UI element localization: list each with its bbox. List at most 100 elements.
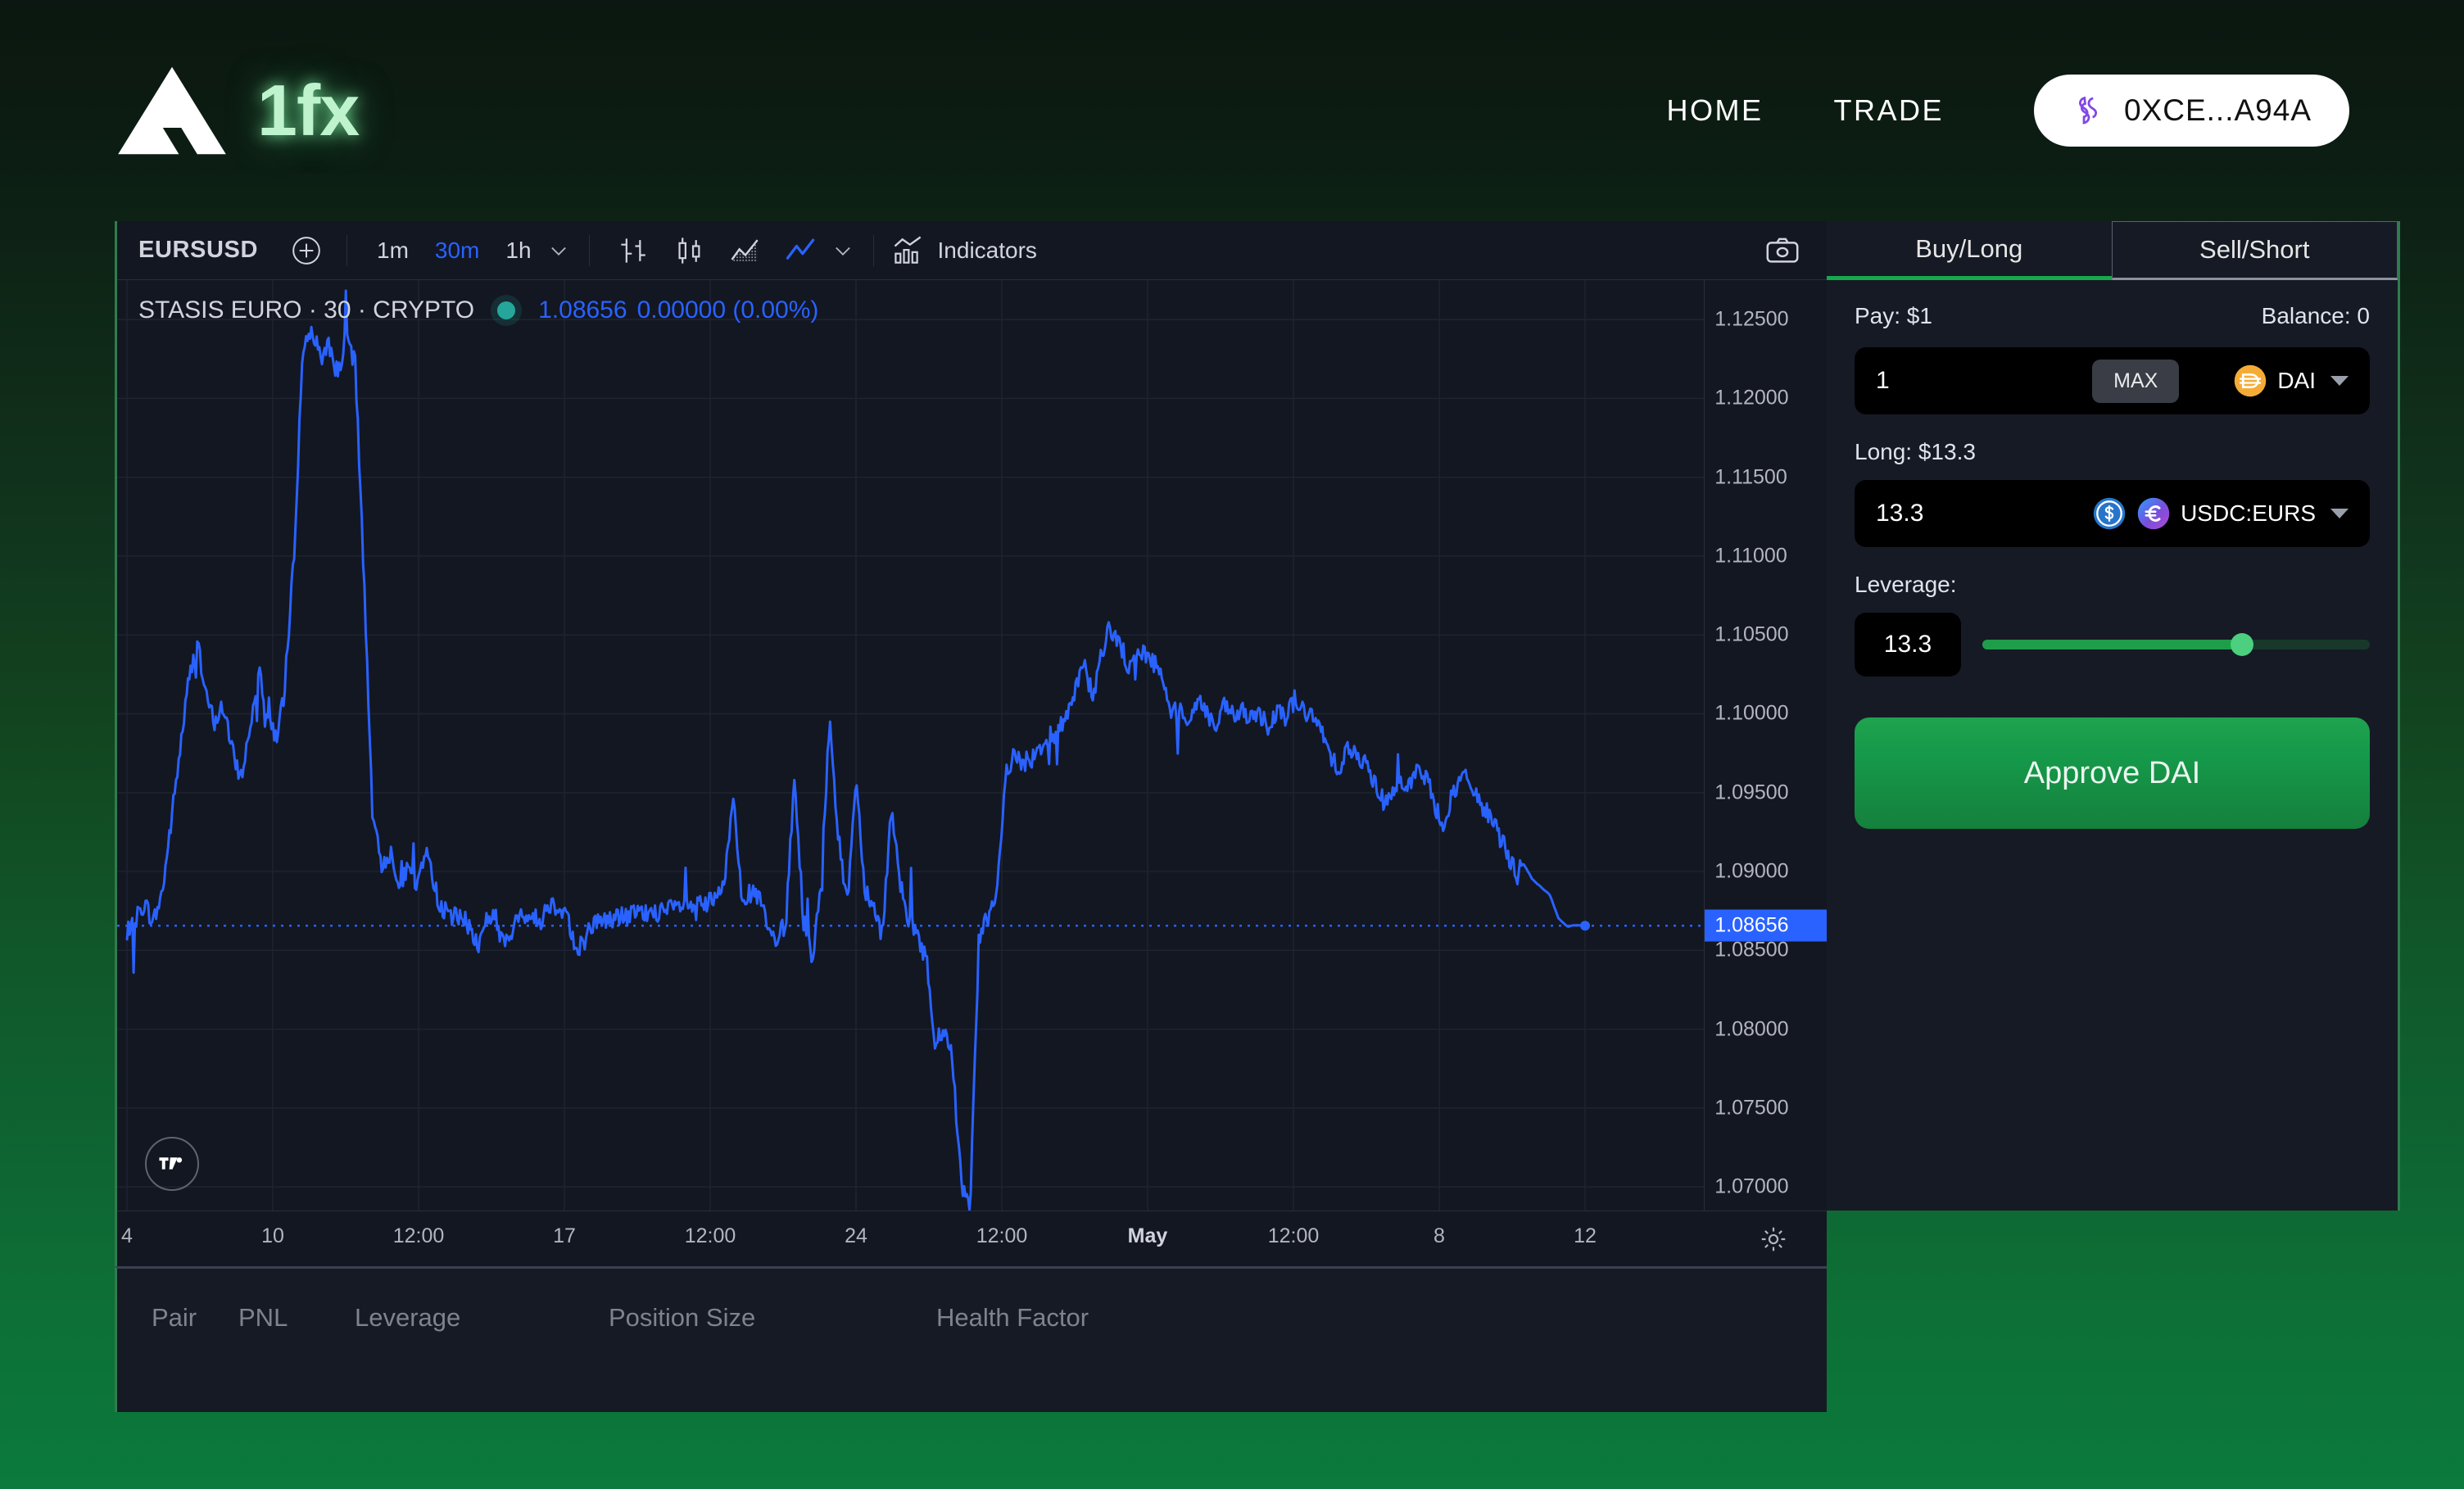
market-pair-label: USDC:EURS <box>2181 500 2316 526</box>
chart-body: STASIS EURO · 30 · CRYPTO 1.08656 0.00000… <box>117 280 1827 1211</box>
time-tick: 8 <box>1434 1224 1445 1247</box>
price-tick: 1.11500 <box>1714 465 1787 489</box>
leverage-slider-thumb[interactable] <box>2230 633 2253 656</box>
tradingview-logo-icon[interactable] <box>145 1137 199 1191</box>
tab-sell-short[interactable]: Sell/Short <box>2111 221 2398 280</box>
time-tick: 10 <box>261 1224 284 1247</box>
price-tick: 1.08500 <box>1714 938 1789 962</box>
plus-circle-icon[interactable] <box>283 227 330 274</box>
positions-column-header: Leverage <box>355 1303 461 1332</box>
toolbar-divider-3 <box>872 234 874 266</box>
time-tick: 12 <box>1574 1224 1597 1247</box>
brand-logo[interactable]: 1fx <box>115 65 360 156</box>
area-chart-icon[interactable] <box>724 229 767 272</box>
price-tick: 1.08000 <box>1714 1017 1789 1041</box>
pay-token-select[interactable]: DAI <box>2233 364 2348 398</box>
leverage-row: 13.3 <box>1855 613 2370 677</box>
positions-table-header: Pair PNL Leverage Position Size Health Facto… <box>117 1303 1827 1352</box>
balance-label: Balance: 0 <box>2261 303 2370 328</box>
indicators-label: Indicators <box>937 237 1037 263</box>
chart-legend: STASIS EURO · 30 · CRYPTO 1.08656 0.00000… <box>138 296 818 324</box>
gear-icon[interactable] <box>1755 1220 1792 1258</box>
caret-down-icon-2[interactable] <box>2330 509 2348 518</box>
time-tick: 17 <box>553 1224 576 1247</box>
nav-home[interactable]: HOME <box>1666 93 1763 128</box>
long-label: Long: $13.3 <box>1855 439 1976 464</box>
toolbar-divider-2 <box>588 234 590 266</box>
price-tick: 1.09000 <box>1714 859 1789 883</box>
tab-buy-long[interactable]: Buy/Long <box>1827 221 2112 280</box>
time-tick: 4 <box>121 1224 133 1247</box>
usdc-coin-icon <box>2093 497 2126 530</box>
pay-amount-input[interactable]: 1 <box>1876 367 1890 395</box>
status-dot-icon <box>497 301 516 319</box>
indicators-button[interactable]: Indicators <box>890 233 1037 269</box>
price-tick: 1.12000 <box>1714 386 1789 410</box>
pay-token-label: DAI <box>2277 368 2316 393</box>
wallet-address-label: 0XCE...A94A <box>2123 93 2312 127</box>
price-tick: 1.10500 <box>1714 622 1789 646</box>
price-axis[interactable]: 1.12500 1.12000 1.11500 1.11000 1.10500 1.100… <box>1704 280 1827 1211</box>
legend-last-price: 1.08656 <box>538 296 627 324</box>
legend-change-pct: (0.00%) <box>732 296 819 324</box>
price-line-chart <box>117 280 1705 1211</box>
time-tick: May <box>1127 1224 1168 1247</box>
time-tick: 12:00 <box>976 1224 1028 1247</box>
price-tick: 1.09500 <box>1714 781 1789 804</box>
time-axis[interactable]: 4 10 12:00 17 12:00 24 12:00 May 12:00 8 12 <box>117 1211 1827 1266</box>
logo-text: 1fx <box>257 70 360 151</box>
leverage-label: Leverage: <box>1855 572 1957 597</box>
timeframe-30m[interactable]: 30m <box>422 231 492 270</box>
long-amount-field[interactable]: 13.3 USDC:EURS <box>1855 480 2370 547</box>
chart-panel: EURSUSD 1m 30m 1h Indicators STASIS EURO… <box>115 221 1827 1266</box>
price-tick: 1.12500 <box>1714 307 1789 331</box>
legend-change: 0.00000 <box>636 296 727 324</box>
line-chart-icon[interactable] <box>780 229 822 272</box>
price-tick: 1.10000 <box>1714 701 1789 725</box>
charttype-chevron-down-icon[interactable] <box>829 237 857 265</box>
leverage-value-input[interactable]: 13.3 <box>1855 613 1961 677</box>
price-tick: 1.07000 <box>1714 1174 1789 1198</box>
chart-symbol[interactable]: EURSUSD <box>138 237 283 264</box>
wallet-address-button[interactable]: 0XCE...A94A <box>2033 75 2349 147</box>
polygon-icon <box>2079 96 2097 124</box>
trade-panel: Buy/Long Sell/Short Pay: $1 Balance: 0 1… <box>1827 221 2400 1211</box>
pay-amount-field[interactable]: 1 MAX DAI <box>1855 347 2370 414</box>
max-button[interactable]: MAX <box>2092 359 2180 403</box>
main-nav: HOME TRADE 0XCE...A94A <box>1666 75 2349 147</box>
dai-coin-icon <box>2235 364 2267 397</box>
timeframe-1m[interactable]: 1m <box>364 231 422 270</box>
timeframe-1h[interactable]: 1h <box>492 231 544 270</box>
market-pair-select[interactable]: USDC:EURS <box>2092 496 2348 531</box>
pay-label: Pay: $1 <box>1855 303 1932 328</box>
positions-column-header: Pair <box>152 1303 197 1332</box>
leverage-slider-fill <box>1982 640 2242 649</box>
timeframe-chevron-down-icon[interactable] <box>545 237 573 265</box>
pay-balance-row: Pay: $1 Balance: 0 <box>1855 303 2370 329</box>
positions-panel: Pair PNL Leverage Position Size Health Facto… <box>115 1266 1827 1412</box>
leverage-slider[interactable] <box>1982 633 2370 656</box>
camera-icon[interactable] <box>1760 228 1805 274</box>
time-tick: 12:00 <box>392 1224 445 1247</box>
chart-toolbar: EURSUSD 1m 30m 1h Indicators <box>117 221 1827 280</box>
candlestick-chart-icon[interactable] <box>668 229 711 272</box>
price-tick: 1.11000 <box>1714 544 1787 568</box>
toolbar-divider <box>346 234 347 266</box>
positions-column-header: Position Size <box>609 1303 756 1332</box>
eurs-coin-icon <box>2137 497 2170 530</box>
indicators-icon <box>894 236 921 264</box>
caret-down-icon[interactable] <box>2330 376 2348 386</box>
nav-trade[interactable]: TRADE <box>1833 93 1944 128</box>
trade-form: Pay: $1 Balance: 0 1 MAX DAI Long: $13.3 <box>1827 280 2398 829</box>
chart-plot-area[interactable]: STASIS EURO · 30 · CRYPTO 1.08656 0.00000… <box>117 280 1705 1211</box>
approve-dai-button[interactable]: Approve DAI <box>1855 717 2370 829</box>
time-tick: 24 <box>845 1224 867 1247</box>
app-shell: EURSUSD 1m 30m 1h Indicators STASIS EURO… <box>115 221 2400 1412</box>
price-tick: 1.07500 <box>1714 1096 1789 1120</box>
bar-chart-icon[interactable] <box>613 229 655 272</box>
time-tick: 12:00 <box>684 1224 736 1247</box>
legend-values: 1.08656 0.00000 (0.00%) <box>538 296 818 324</box>
triangle-logo-icon <box>118 66 226 155</box>
legend-title: STASIS EURO · 30 · CRYPTO <box>138 296 475 324</box>
long-amount-input[interactable]: 13.3 <box>1876 500 1923 527</box>
